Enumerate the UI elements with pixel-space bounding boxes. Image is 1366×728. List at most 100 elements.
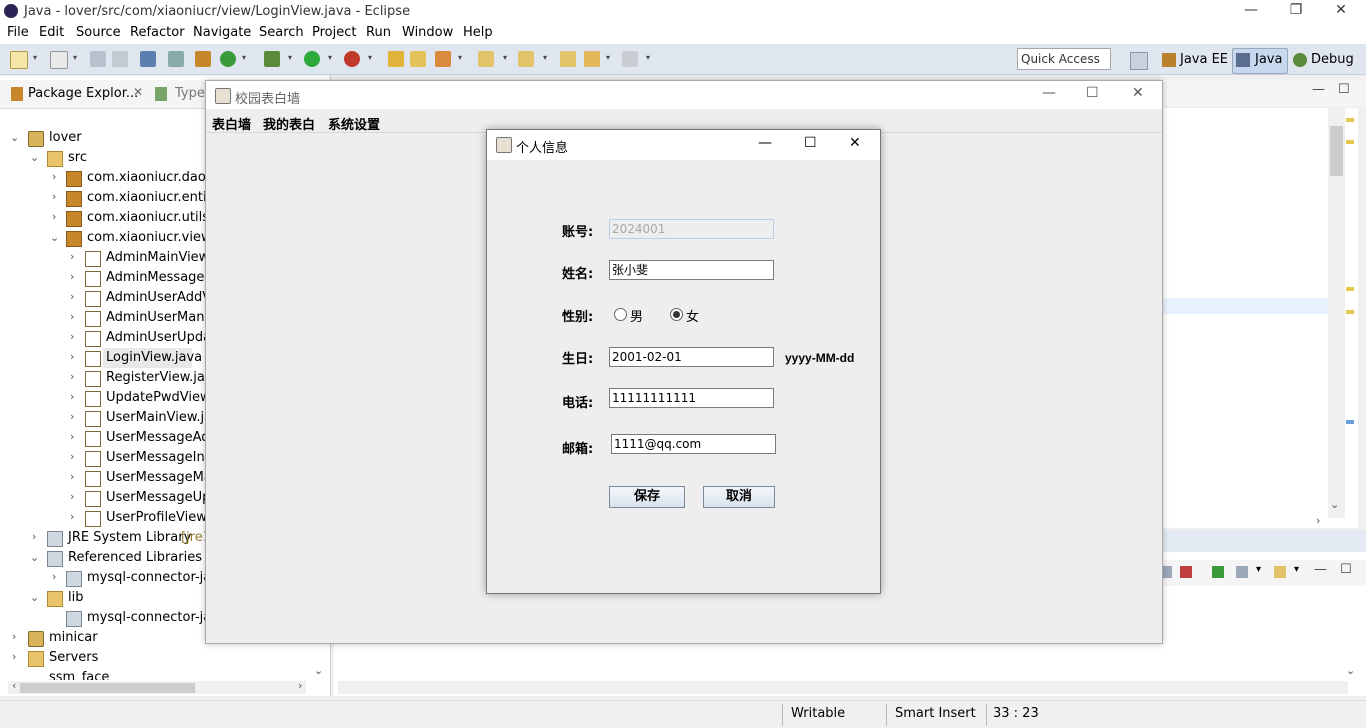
tree-item-file[interactable]: UserMessageMa xyxy=(106,470,212,485)
skip-breakpoints-icon[interactable] xyxy=(168,51,184,67)
tree-expand-utils[interactable]: › xyxy=(52,210,56,223)
console-icon[interactable] xyxy=(140,51,156,67)
open-folder-icon[interactable] xyxy=(410,51,426,67)
tree-expand-file[interactable]: › xyxy=(70,450,74,463)
menu-help[interactable]: Help xyxy=(463,25,493,40)
tree-expand-file[interactable]: › xyxy=(70,310,74,323)
new-console-dropdown[interactable]: ▾ xyxy=(1294,564,1299,575)
tree-expand-file[interactable]: › xyxy=(70,250,74,263)
menu-file[interactable]: File xyxy=(7,25,29,40)
phone-field[interactable]: 11111111111 xyxy=(609,388,774,408)
menu-run[interactable]: Run xyxy=(366,25,391,40)
perspective-debug[interactable]: Debug xyxy=(1311,52,1354,67)
menu-project[interactable]: Project xyxy=(312,25,356,40)
tree-item-jre[interactable]: JRE System Library xyxy=(68,530,191,545)
tree-item-entity[interactable]: com.xiaoniucr.entity xyxy=(87,190,219,205)
new-class-dropdown-arrow[interactable]: ▾ xyxy=(242,53,246,62)
tree-item-file[interactable]: RegisterView.java xyxy=(106,370,221,385)
new-file-dropdown-arrow[interactable]: ▾ xyxy=(73,53,77,62)
overview-marker[interactable] xyxy=(1346,140,1354,144)
overview-marker[interactable] xyxy=(1346,420,1354,424)
gender-female-radio[interactable] xyxy=(670,308,683,321)
menu-confession-wall[interactable]: 表白墙 xyxy=(212,114,251,133)
search-dropdown-arrow[interactable]: ▾ xyxy=(458,53,462,62)
tree-item-file[interactable]: AdminUserUpdat xyxy=(106,330,216,345)
menu-source[interactable]: Source xyxy=(76,25,121,40)
tree-item-utils[interactable]: com.xiaoniucr.utils xyxy=(87,210,209,225)
tree-item-lover[interactable]: lover xyxy=(49,130,82,145)
scroll-down-icon[interactable]: ⌄ xyxy=(314,664,323,677)
tree-item-file[interactable]: AdminUserManag xyxy=(106,310,221,325)
menu-system-settings[interactable]: 系统设置 xyxy=(328,114,380,133)
tree-item-file[interactable]: UserMessageInd xyxy=(106,450,213,465)
scroll-right-icon[interactable]: › xyxy=(298,679,302,692)
menu-my-confessions[interactable]: 我的表白 xyxy=(263,114,315,133)
run-dropdown-arrow[interactable]: ▾ xyxy=(328,53,332,62)
tree-item-loginview[interactable]: LoginView.java xyxy=(106,350,202,365)
editor-minimize-button[interactable]: — xyxy=(1312,82,1325,97)
tree-expand-lib[interactable]: ⌄ xyxy=(30,591,39,604)
external-tools-dropdown-arrow[interactable]: ▾ xyxy=(368,53,372,62)
gender-female-label[interactable]: 女 xyxy=(686,306,699,325)
new-java-class-icon[interactable] xyxy=(220,51,236,67)
tree-expand-minicar[interactable]: › xyxy=(12,630,16,643)
annotation-next-icon[interactable] xyxy=(478,51,494,67)
menu-edit[interactable]: Edit xyxy=(39,25,64,40)
tree-expand-file[interactable]: › xyxy=(70,470,74,483)
open-type-icon[interactable] xyxy=(388,51,404,67)
annotation-dropdown-arrow[interactable]: ▾ xyxy=(503,53,507,62)
new-java-package-icon[interactable] xyxy=(195,51,211,67)
tree-item-file[interactable]: AdminMessageM xyxy=(106,270,216,285)
tree-item-file[interactable]: UpdatePwdView.j xyxy=(106,390,217,405)
external-tools-icon[interactable] xyxy=(344,51,360,67)
tab-close-icon[interactable]: ✕ xyxy=(133,85,143,99)
display-console-icon[interactable] xyxy=(1236,566,1248,578)
tree-expand-file[interactable]: › xyxy=(70,490,74,503)
new-icon[interactable] xyxy=(10,51,28,69)
editor-vscroll-thumb[interactable] xyxy=(1330,126,1343,176)
tree-expand-file[interactable]: › xyxy=(70,330,74,343)
back-icon[interactable] xyxy=(584,51,600,67)
menu-window[interactable]: Window xyxy=(402,25,453,40)
package-explorer-hscroll-thumb[interactable] xyxy=(20,683,195,693)
eclipse-close-button[interactable]: ✕ xyxy=(1326,2,1356,20)
tree-item-jar[interactable]: mysql-connector-jav xyxy=(87,610,219,625)
tree-expand-referenced-libraries[interactable]: ⌄ xyxy=(30,551,39,564)
tree-item-lib[interactable]: lib xyxy=(68,590,83,605)
bottom-panel-hscrollbar[interactable] xyxy=(338,681,1348,694)
display-console-dropdown[interactable]: ▾ xyxy=(1256,564,1261,575)
debug-icon[interactable] xyxy=(264,51,280,67)
remove-launch-icon[interactable] xyxy=(1180,566,1192,578)
new-file-icon[interactable] xyxy=(50,51,68,69)
new-console-icon[interactable] xyxy=(1274,566,1286,578)
editor-scroll-down-icon[interactable]: ⌄ xyxy=(1330,498,1339,511)
tree-expand-file[interactable]: › xyxy=(70,370,74,383)
quick-access-input[interactable]: Quick Access xyxy=(1017,48,1111,70)
tree-item-src[interactable]: src xyxy=(68,150,87,165)
save-icon[interactable] xyxy=(90,51,106,67)
menu-navigate[interactable]: Navigate xyxy=(193,25,251,40)
tree-item-view[interactable]: com.xiaoniucr.view xyxy=(87,230,212,245)
eclipse-minimize-button[interactable]: — xyxy=(1236,2,1266,20)
tree-expand-file[interactable]: › xyxy=(70,410,74,423)
tree-item-file[interactable]: UserMainView.jav xyxy=(106,410,220,425)
tree-item-jar[interactable]: mysql-connector-jav xyxy=(87,570,219,585)
gender-male-label[interactable]: 男 xyxy=(630,306,643,325)
last-edit-icon[interactable] xyxy=(560,51,576,67)
run-icon[interactable] xyxy=(304,51,320,67)
name-field[interactable]: 张小斐 xyxy=(609,260,774,280)
tree-expand-view[interactable]: ⌄ xyxy=(50,231,59,244)
java-ee-perspective-icon[interactable] xyxy=(1162,53,1176,67)
tree-expand-jar[interactable]: › xyxy=(52,570,56,583)
annotation-prev-icon[interactable] xyxy=(518,51,534,67)
birthday-field[interactable]: 2001-02-01 xyxy=(609,347,774,367)
main-minimize-button[interactable]: — xyxy=(1042,85,1056,101)
panel-scroll-down-icon[interactable]: ⌄ xyxy=(1346,664,1355,677)
new-dropdown-arrow[interactable]: ▾ xyxy=(33,53,37,62)
tree-item-minicar[interactable]: minicar xyxy=(49,630,98,645)
tree-expand-file[interactable]: › xyxy=(70,290,74,303)
tree-expand-jre[interactable]: › xyxy=(32,530,36,543)
tree-item-dao[interactable]: com.xiaoniucr.dao xyxy=(87,170,206,185)
main-close-button[interactable]: ✕ xyxy=(1132,85,1144,101)
tree-item-ssm-face[interactable]: ssm_face xyxy=(49,670,109,680)
